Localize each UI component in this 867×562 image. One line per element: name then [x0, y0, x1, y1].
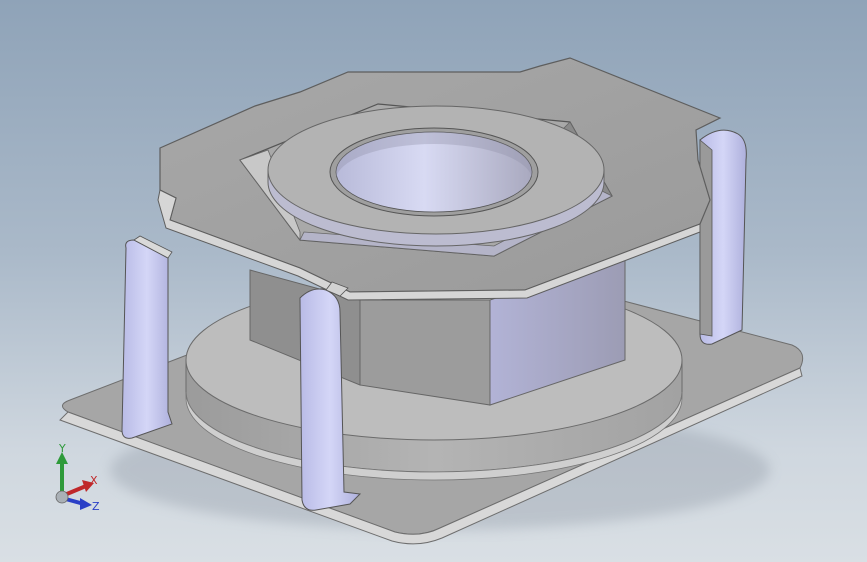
- triad-origin: [55, 490, 69, 504]
- x-axis-label: X: [90, 474, 98, 487]
- clip-leg-left-back[interactable]: [121, 239, 173, 439]
- y-axis-label: Y: [58, 442, 66, 455]
- nut-boss[interactable]: [267, 105, 605, 247]
- z-axis-label: Z: [92, 500, 100, 513]
- cage-nut-3d-model[interactable]: [0, 0, 867, 562]
- coordinate-triad: Y X Z: [55, 442, 100, 513]
- z-axis-arrow-icon: [80, 498, 92, 510]
- cad-viewport[interactable]: Y X Z: [0, 0, 867, 562]
- clip-leg-right-inner: [699, 139, 713, 337]
